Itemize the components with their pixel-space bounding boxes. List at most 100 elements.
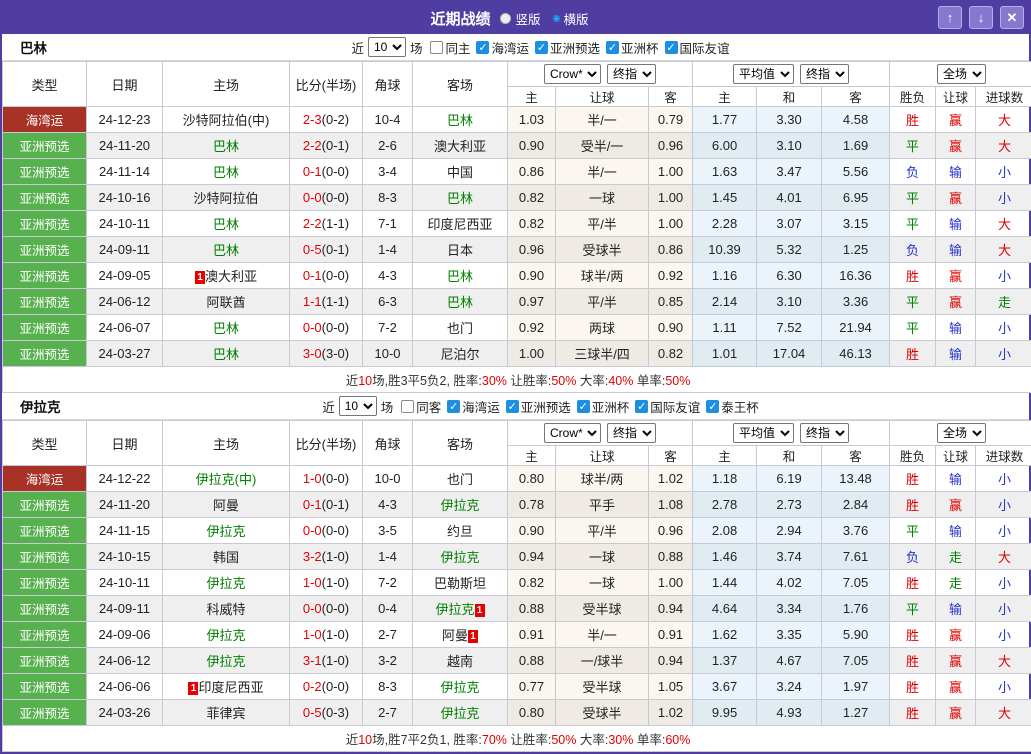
checkbox-checked-icon[interactable]: ✓ [606, 41, 619, 54]
league-filter[interactable]: ✓亚洲杯 [577, 397, 630, 416]
home-team-name: 沙特阿拉伯 [193, 191, 258, 206]
layout-horizontal-option[interactable]: 横版 [553, 9, 589, 28]
matches-table: 类型日期主场比分(半场)角球客场Crow*终指平均值终指全场主让球客主和客胜负让… [2, 420, 1031, 752]
result-winloss: 平 [890, 289, 936, 315]
summary-segment: 10 [358, 733, 372, 747]
league-filter[interactable]: ✓国际友谊 [665, 38, 730, 57]
match-date: 24-11-14 [87, 159, 163, 185]
radio-icon[interactable] [500, 13, 511, 24]
avg-away: 3.76 [822, 518, 890, 544]
avg-time-select[interactable]: 终指 [800, 64, 849, 84]
odds-time-select[interactable]: 终指 [607, 423, 656, 443]
score-cell: 0-1(0-0) [290, 263, 363, 289]
col-header-4: 角球 [363, 62, 413, 107]
average-select[interactable]: 平均值 [733, 64, 794, 84]
checkbox-checked-icon[interactable]: ✓ [635, 400, 648, 413]
avg-time-select[interactable]: 终指 [800, 423, 849, 443]
close-button[interactable]: ✕ [1000, 6, 1024, 29]
checkbox-checked-icon[interactable]: ✓ [577, 400, 590, 413]
checkbox-checked-icon[interactable]: ✓ [535, 41, 548, 54]
away-team-name: 伊拉克 [440, 706, 479, 721]
full-match-select-wrap: 全场 [890, 64, 1031, 84]
layout-vertical-option[interactable]: 竖版 [500, 9, 540, 28]
result-handicap: 输 [936, 211, 976, 237]
result-goals: 小 [976, 315, 1031, 341]
league-label: 亚洲杯 [621, 38, 659, 57]
odds-home: 0.80 [508, 700, 556, 726]
same-side-filter[interactable]: 同主 [430, 38, 470, 57]
down-button[interactable]: ↓ [969, 6, 993, 29]
odds-handicap: 受球半 [556, 700, 649, 726]
home-team-name: 阿联酋 [206, 295, 245, 310]
odds-home: 0.92 [508, 315, 556, 341]
home-team-name: 伊拉克 [206, 628, 245, 643]
league-filter[interactable]: ✓泰王杯 [706, 397, 759, 416]
corner-score: 3-5 [363, 518, 413, 544]
sub-col-header: 客 [649, 87, 693, 107]
checkbox-checked-icon[interactable]: ✓ [706, 400, 719, 413]
home-team: 菲律宾 [163, 700, 290, 726]
home-team: 1澳大利亚 [163, 263, 290, 289]
result-winloss: 胜 [890, 648, 936, 674]
checkbox-unchecked-icon[interactable] [401, 400, 414, 413]
corner-score: 1-4 [363, 544, 413, 570]
result-winloss: 胜 [890, 466, 936, 492]
result-winloss: 负 [890, 237, 936, 263]
odds-away: 0.96 [649, 518, 693, 544]
away-team: 也门 [413, 466, 508, 492]
fulltime-score: 0-0 [303, 190, 322, 205]
match-row: 亚洲预选24-11-20阿曼0-1(0-1)4-3伊拉克0.78平手1.082.… [3, 492, 1031, 518]
result-handicap: 输 [936, 596, 976, 622]
corner-score: 8-3 [363, 185, 413, 211]
checkbox-checked-icon[interactable]: ✓ [506, 400, 519, 413]
score-cell: 2-2(1-1) [290, 211, 363, 237]
halftime-score: (0-3) [322, 705, 349, 720]
league-filter[interactable]: ✓国际友谊 [635, 397, 700, 416]
checkbox-unchecked-icon[interactable] [430, 41, 443, 54]
full-match-select[interactable]: 全场 [937, 64, 986, 84]
home-team-name: 伊拉克(中) [196, 472, 257, 487]
competition-type-badge: 亚洲预选 [3, 674, 87, 700]
full-match-select[interactable]: 全场 [937, 423, 986, 443]
match-date: 24-03-27 [87, 341, 163, 367]
fulltime-score: 3-0 [303, 346, 322, 361]
league-filter[interactable]: ✓亚洲预选 [506, 397, 571, 416]
same-side-filter[interactable]: 同客 [401, 397, 441, 416]
home-team-name: 巴林 [213, 243, 239, 258]
odds-handicap: 球半/两 [556, 263, 649, 289]
recent-count-select[interactable]: 10 [368, 37, 406, 57]
checkbox-checked-icon[interactable]: ✓ [476, 41, 489, 54]
odds-time-select[interactable]: 终指 [607, 64, 656, 84]
up-button[interactable]: ↑ [938, 6, 962, 29]
result-handicap: 走 [936, 570, 976, 596]
filter-row: 巴林近10场同主✓海湾运✓亚洲预选✓亚洲杯✓国际友谊 [2, 34, 1029, 61]
result-goals: 走 [976, 289, 1031, 315]
matches-table: 类型日期主场比分(半场)角球客场Crow*终指平均值终指全场主让球客主和客胜负让… [2, 61, 1031, 393]
competition-type-badge: 亚洲预选 [3, 315, 87, 341]
average-select[interactable]: 平均值 [733, 423, 794, 443]
league-filter[interactable]: ✓海湾运 [447, 397, 500, 416]
company-select[interactable]: Crow* [544, 423, 601, 443]
away-team-name: 伊拉克 [440, 680, 479, 695]
match-date: 24-06-06 [87, 674, 163, 700]
summary-segment: 60% [665, 733, 690, 747]
recent-count-select[interactable]: 10 [339, 396, 377, 416]
company-select[interactable]: Crow* [544, 64, 601, 84]
avg-draw: 3.10 [757, 289, 822, 315]
odds-home: 0.77 [508, 674, 556, 700]
league-filter[interactable]: ✓亚洲杯 [606, 38, 659, 57]
league-filter[interactable]: ✓亚洲预选 [535, 38, 600, 57]
corner-score: 7-2 [363, 315, 413, 341]
checkbox-checked-icon[interactable]: ✓ [665, 41, 678, 54]
avg-draw: 3.74 [757, 544, 822, 570]
checkbox-checked-icon[interactable]: ✓ [447, 400, 460, 413]
away-team-name: 印度尼西亚 [427, 217, 492, 232]
league-filter[interactable]: ✓海湾运 [476, 38, 529, 57]
away-team: 越南 [413, 648, 508, 674]
radio-selected-icon[interactable] [553, 15, 560, 22]
summary-row: 近10场,胜3平5负2, 胜率:30% 让胜率:50% 大率:40% 单率:50… [3, 367, 1031, 393]
odds-away: 0.94 [649, 596, 693, 622]
corner-score: 10-0 [363, 466, 413, 492]
avg-home: 2.28 [693, 211, 757, 237]
filters-group: 近10场同主✓海湾运✓亚洲预选✓亚洲杯✓国际友谊 [351, 37, 729, 57]
